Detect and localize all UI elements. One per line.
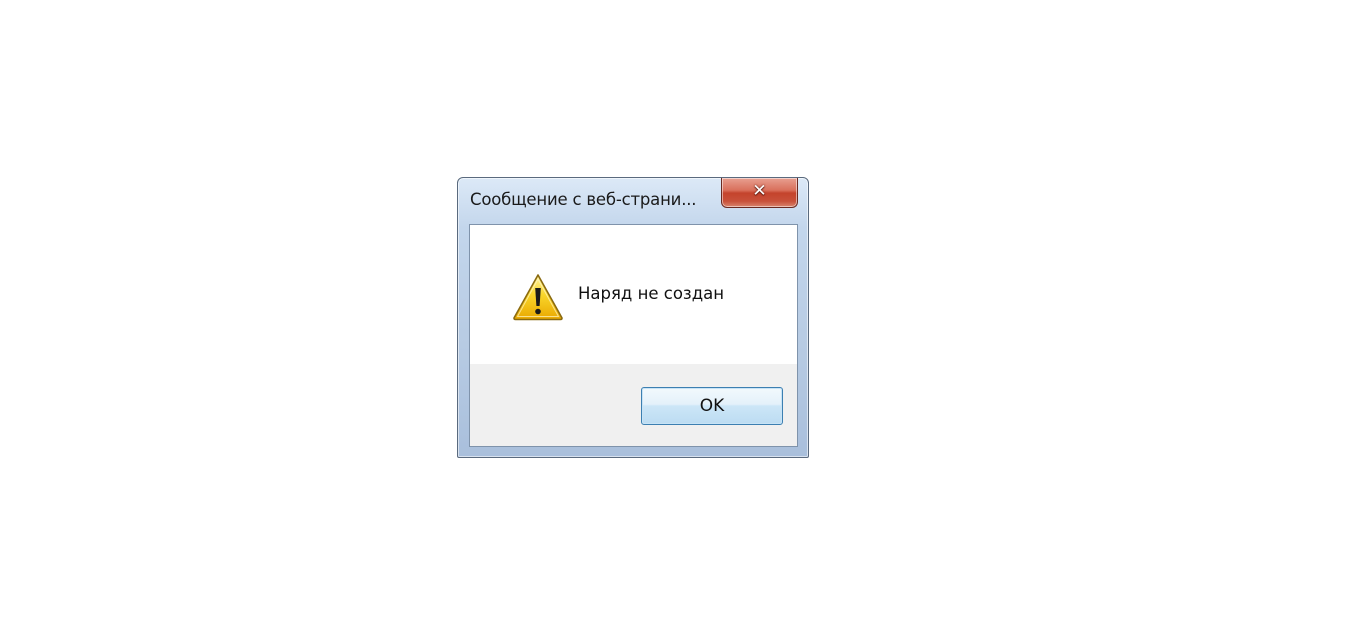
close-icon: ✕ bbox=[752, 181, 767, 201]
ok-button[interactable]: OK bbox=[641, 387, 783, 425]
message-area: Наряд не создан bbox=[470, 225, 797, 364]
dialog-client-area: Наряд не создан OK bbox=[469, 224, 798, 447]
dialog-titlebar[interactable]: Сообщение с веб-страни... ✕ bbox=[458, 178, 808, 224]
message-text: Наряд не создан bbox=[578, 284, 725, 303]
message-dialog: Сообщение с веб-страни... ✕ Наряд не соз… bbox=[457, 177, 809, 458]
warning-icon bbox=[513, 274, 563, 321]
dialog-title: Сообщение с веб-страни... bbox=[470, 190, 697, 209]
button-area: OK bbox=[470, 364, 797, 446]
close-button[interactable]: ✕ bbox=[721, 178, 798, 208]
